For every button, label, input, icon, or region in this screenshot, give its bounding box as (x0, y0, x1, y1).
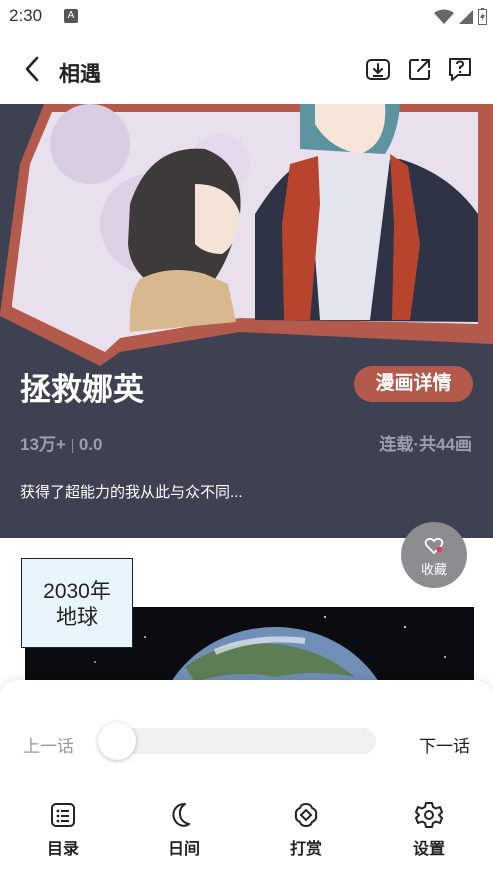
list-icon (51, 803, 75, 827)
share-icon[interactable] (407, 56, 433, 82)
moon-icon (172, 803, 190, 827)
download-icon[interactable] (365, 56, 391, 82)
prev-chapter-button[interactable]: 上一话 (23, 732, 74, 757)
reader-control-panel: 上一话 下一话 目录 日间 打赏 设置 (0, 680, 493, 876)
caption-line-1: 2030年 (43, 580, 111, 603)
battery-icon (478, 8, 487, 25)
divider (71, 438, 73, 453)
page-title: 相遇 (59, 63, 101, 86)
nav-day-mode[interactable]: 日间 (144, 801, 224, 859)
report-icon[interactable] (447, 56, 473, 82)
status-bar: 2:30 A (0, 0, 493, 34)
notification-icon: A (64, 9, 78, 23)
comic-detail-button[interactable]: 漫画详情 (354, 366, 473, 402)
status-time: 2:30 (9, 6, 43, 25)
next-chapter-button[interactable]: 下一话 (419, 732, 470, 757)
cover-illustration (0, 104, 493, 538)
nav-catalog[interactable]: 目录 (23, 801, 103, 859)
reward-icon (294, 802, 318, 828)
nav-label-reward: 打赏 (289, 841, 322, 858)
nav-label-catalog: 目录 (46, 841, 79, 858)
popularity-count: 13万+ (20, 435, 66, 454)
slider-handle[interactable] (98, 722, 136, 760)
wifi-icon (434, 9, 454, 24)
top-bar: 相遇 (0, 34, 493, 104)
serial-status: 连载·共44画 (379, 435, 472, 454)
rating-value: 0.0 (78, 435, 103, 454)
comic-title: 拯救娜英 (20, 372, 144, 407)
back-arrow-icon[interactable] (18, 54, 48, 84)
heart-icon (424, 537, 444, 555)
nav-reward[interactable]: 打赏 (266, 801, 346, 859)
page-caption-box: 2030年 地球 (21, 558, 133, 648)
nav-settings[interactable]: 设置 (389, 801, 469, 859)
signal-icon (459, 9, 473, 24)
favorite-label: 收藏 (420, 562, 447, 577)
nav-label-day-mode: 日间 (167, 841, 200, 858)
comic-description: 获得了超能力的我从此与众不同... (20, 484, 243, 501)
settings-icon (415, 802, 443, 828)
nav-label-settings: 设置 (412, 841, 445, 858)
chapter-progress-slider[interactable] (98, 728, 376, 754)
status-indicators (434, 8, 487, 25)
caption-line-2: 地球 (56, 606, 98, 629)
favorite-button[interactable]: 收藏 (401, 522, 467, 588)
comic-stats: 13万+ 0.0 (20, 430, 102, 455)
comic-header (0, 104, 493, 538)
